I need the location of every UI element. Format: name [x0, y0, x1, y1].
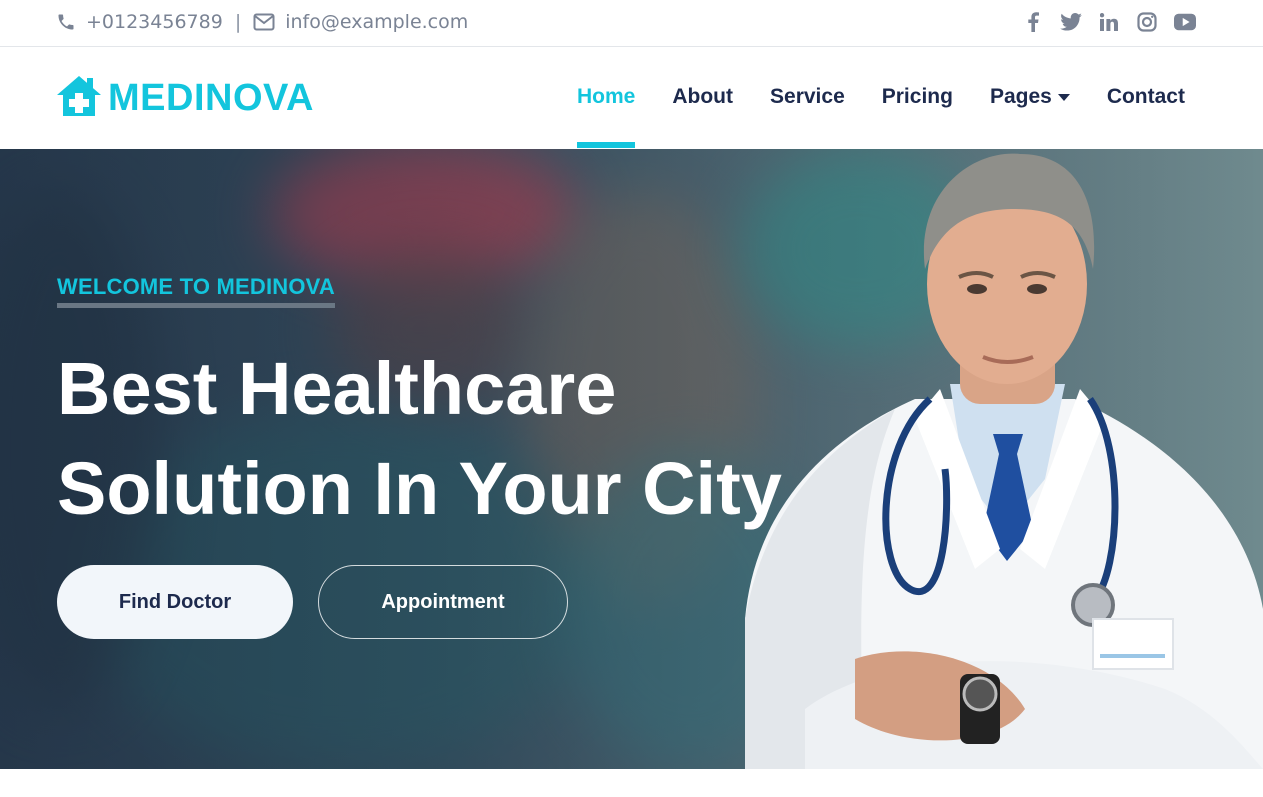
linkedin-icon[interactable] — [1098, 11, 1120, 33]
main-navbar: MEDINOVA Home About Service Pricing Page… — [0, 48, 1263, 149]
page-bottom-strip — [0, 769, 1263, 797]
nav-about[interactable]: About — [672, 85, 733, 109]
appointment-button[interactable]: Appointment — [318, 565, 568, 639]
nav-about-label: About — [672, 85, 734, 108]
youtube-icon[interactable] — [1174, 11, 1196, 33]
phone-number[interactable]: +0123456789 — [86, 11, 223, 33]
contact-info: +0123456789 | info@example.com — [56, 11, 468, 33]
nav-contact-label: Contact — [1106, 85, 1185, 108]
find-doctor-button[interactable]: Find Doctor — [57, 565, 293, 639]
nav-service-label: Service — [770, 85, 845, 108]
hero-section: WELCOME TO MEDINOVA Best Healthcare Solu… — [0, 149, 1263, 769]
caret-down-icon — [1057, 93, 1070, 101]
nav-home[interactable]: Home — [577, 85, 636, 148]
top-bar: +0123456789 | info@example.com — [0, 0, 1263, 47]
nav-pages-dropdown[interactable]: Pages — [990, 85, 1070, 109]
instagram-icon[interactable] — [1136, 11, 1158, 33]
nav-home-label: Home — [577, 85, 636, 108]
brand-name: MEDINOVA — [108, 77, 314, 119]
headline-line-2: Solution In Your City — [57, 447, 782, 530]
social-links — [1022, 11, 1196, 33]
nav-pages-label: Pages — [989, 85, 1052, 108]
email-address[interactable]: info@example.com — [285, 11, 468, 33]
nav-contact[interactable]: Contact — [1107, 85, 1185, 109]
nav-pricing-label: Pricing — [881, 85, 953, 108]
nav-menu: Home About Service Pricing Pages Contact — [577, 85, 1185, 148]
doctor-image — [745, 153, 1263, 769]
headline-line-1: Best Healthcare — [57, 347, 617, 430]
hero-eyebrow: WELCOME TO MEDINOVA — [57, 274, 335, 308]
brand-logo[interactable]: MEDINOVA — [56, 75, 314, 122]
facebook-icon[interactable] — [1022, 11, 1044, 33]
nav-service[interactable]: Service — [770, 85, 845, 109]
phone-icon — [56, 12, 76, 32]
contact-separator: | — [234, 11, 242, 33]
nav-pricing[interactable]: Pricing — [882, 85, 953, 109]
hero-headline: Best Healthcare Solution In Your City — [57, 339, 782, 539]
envelope-icon — [253, 13, 275, 31]
twitter-icon[interactable] — [1060, 11, 1082, 33]
house-medical-icon — [56, 75, 102, 122]
